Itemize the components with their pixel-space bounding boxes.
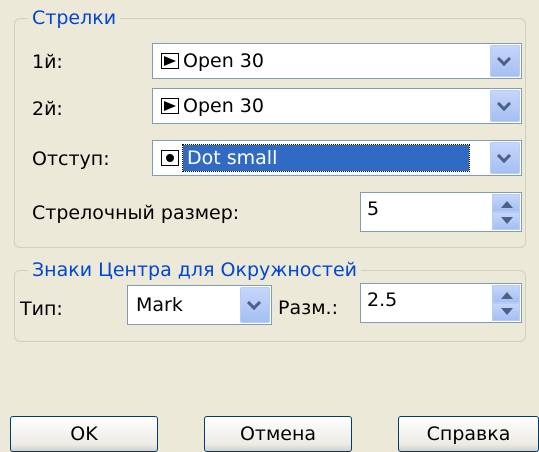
first-arrow-value: Open 30 xyxy=(183,50,264,72)
second-arrow-value: Open 30 xyxy=(183,95,264,117)
cancel-button[interactable]: Отмена xyxy=(204,416,352,452)
spin-down-icon[interactable] xyxy=(492,303,520,321)
arrow-glyph-icon xyxy=(161,53,179,69)
chevron-down-icon xyxy=(246,295,262,311)
mark-size-label: Разм.: xyxy=(278,297,338,319)
dot-glyph-icon xyxy=(161,150,179,166)
mark-size-value: 2.5 xyxy=(367,289,398,311)
arrow-glyph-icon xyxy=(161,98,179,114)
help-button[interactable]: Справка xyxy=(398,416,539,452)
dropdown-button[interactable] xyxy=(490,142,520,174)
ok-button[interactable]: OK xyxy=(10,416,158,452)
mark-type-value: Mark xyxy=(136,294,183,316)
chevron-down-icon xyxy=(496,96,512,112)
second-arrow-label: 2й: xyxy=(32,98,63,120)
second-arrow-combo[interactable]: Open 30 xyxy=(152,88,522,124)
spin-down-icon[interactable] xyxy=(492,212,520,230)
spin-up-icon[interactable] xyxy=(492,285,520,303)
mark-type-combo[interactable]: Mark xyxy=(127,285,272,325)
mark-type-label: Тип: xyxy=(20,298,63,320)
arrow-size-value: 5 xyxy=(367,198,380,220)
dropdown-button[interactable] xyxy=(240,287,270,323)
first-arrow-label: 1й: xyxy=(32,51,63,73)
chevron-down-icon xyxy=(496,51,512,67)
dropdown-button[interactable] xyxy=(490,90,520,122)
arrow-size-spinner[interactable]: 5 xyxy=(360,192,522,232)
spin-up-icon[interactable] xyxy=(492,194,520,212)
offset-value: Dot small xyxy=(182,144,470,172)
center-marks-group-title: Знаки Центра для Окружностей xyxy=(28,259,361,281)
offset-label: Отступ: xyxy=(32,148,110,170)
dropdown-button[interactable] xyxy=(490,45,520,77)
arrows-group-title: Стрелки xyxy=(28,7,121,29)
first-arrow-combo[interactable]: Open 30 xyxy=(152,43,522,79)
chevron-down-icon xyxy=(496,148,512,164)
offset-combo[interactable]: Dot small xyxy=(152,140,522,176)
mark-size-spinner[interactable]: 2.5 xyxy=(360,283,522,323)
arrow-size-label: Стрелочный размер: xyxy=(32,202,240,224)
